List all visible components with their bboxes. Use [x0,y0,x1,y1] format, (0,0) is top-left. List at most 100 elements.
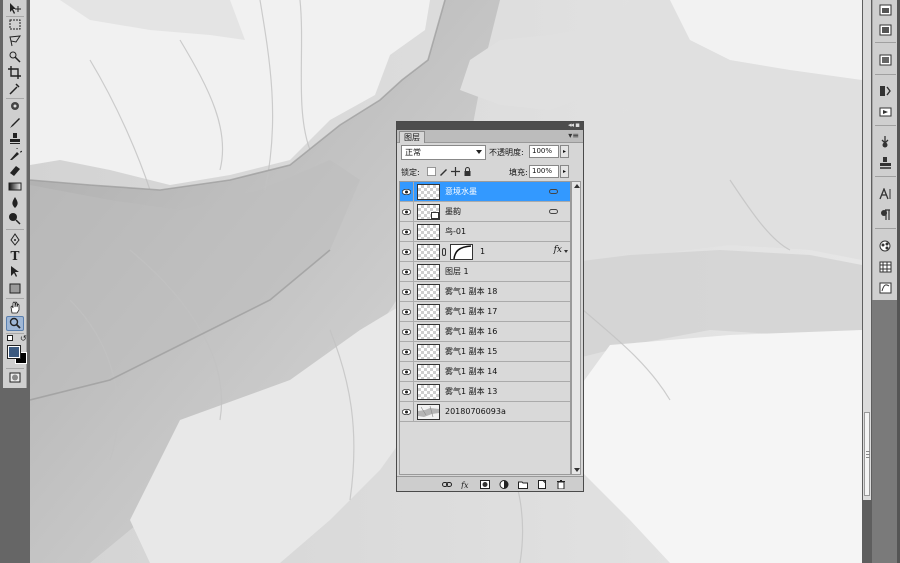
layer-mask-thumbnail[interactable] [450,244,473,260]
lock-all-icon[interactable] [463,167,472,176]
adjustments-icon [879,282,892,293]
paragraph-panel-button[interactable] [877,207,894,222]
mask-link-icon[interactable] [442,248,446,256]
layer-row[interactable]: 墨韵 [400,202,570,222]
path-selection-tool[interactable] [6,264,24,279]
fx-icon[interactable]: fx [554,245,562,255]
dock-separator [875,125,896,126]
visibility-toggle[interactable] [400,242,414,262]
lasso-tool[interactable] [6,33,24,48]
lock-position-icon[interactable] [451,167,460,176]
blend-options-row: 正常 不透明度: 100% ▸ [401,145,577,161]
expand-effects-icon[interactable] [564,250,568,253]
move-tool[interactable] [6,1,24,16]
lock-transparency-icon[interactable] [427,167,436,176]
close-panel-icon[interactable]: ▪ [575,121,580,129]
new-layer-button[interactable] [536,479,548,490]
new-adjustment-layer-button[interactable] [498,479,510,490]
collapse-panel-icon[interactable]: ◂◂ [568,121,574,129]
layer-row[interactable]: 雾气1 副本 17 [400,302,570,322]
clone-stamp-tool[interactable] [6,131,24,146]
add-layer-style-button[interactable]: fx [460,479,472,490]
fill-field[interactable]: 100% [529,165,559,178]
visibility-toggle[interactable] [400,382,414,402]
actions-panel-button[interactable] [877,22,894,37]
eraser-tool[interactable] [6,163,24,178]
pen-tool[interactable] [6,232,24,247]
scroll-up-icon[interactable] [574,184,580,188]
channels-panel-button[interactable] [877,83,894,98]
layers-list-scrollbar[interactable] [571,181,581,475]
visibility-toggle[interactable] [400,282,414,302]
layer-row[interactable]: 20180706093a [400,402,570,422]
quick-selection-tool[interactable] [6,49,24,64]
blend-mode-select[interactable]: 正常 [401,145,486,160]
blur-tool[interactable] [6,195,24,210]
marquee-tool[interactable] [6,17,24,32]
panel-menu-icon[interactable]: ▾≡ [568,131,579,140]
layer-row[interactable]: 意境水墨 [400,182,570,202]
layer-row[interactable]: 雾气1 副本 18 [400,282,570,302]
scroll-down-icon[interactable] [574,468,580,472]
layer-thumbnail [417,224,440,240]
spot-healing-tool[interactable] [6,99,24,114]
opacity-slider-button[interactable]: ▸ [560,145,569,158]
visibility-toggle[interactable] [400,362,414,382]
fill-slider-button[interactable]: ▸ [560,165,569,178]
shape-tool[interactable] [6,281,24,296]
brush-tool[interactable] [6,115,24,130]
opacity-field[interactable]: 100% [529,145,559,158]
brushes-panel-button[interactable] [877,134,894,149]
new-group-button[interactable] [517,479,529,490]
visibility-toggle[interactable] [400,182,414,202]
visibility-toggle[interactable] [400,322,414,342]
swatches-panel-button[interactable] [877,259,894,274]
paragraph-icon [881,208,890,220]
crop-icon [8,66,21,79]
layer-thumbnail [417,184,440,200]
foreground-color-swatch[interactable] [7,345,21,359]
history-panel-button[interactable] [877,2,894,17]
clone-source-panel-button[interactable] [877,155,894,170]
pen-icon [10,233,20,246]
type-tool[interactable]: T [6,248,24,263]
visibility-toggle[interactable] [400,222,414,242]
styles-panel-button[interactable] [877,238,894,253]
delete-layer-button[interactable] [555,479,567,490]
visibility-toggle[interactable] [400,262,414,282]
tab-layers[interactable]: 图层 [399,131,425,143]
dodge-tool[interactable] [6,211,24,226]
panel-titlebar[interactable]: ◂◂ ▪ [397,121,583,130]
visibility-toggle[interactable] [400,402,414,422]
layer-row[interactable]: 雾气1 副本 13 [400,382,570,402]
swap-colors-icon[interactable]: ↺ [20,334,27,343]
quick-mask-button[interactable] [6,370,24,385]
add-mask-button[interactable] [479,479,491,490]
fill-label: 填充: [509,168,528,177]
adjustments-panel-button[interactable] [877,280,894,295]
zoom-tool[interactable] [6,316,24,331]
navigator-panel-button[interactable] [877,52,894,67]
layer-row[interactable]: 雾气1 副本 15 [400,342,570,362]
hand-tool[interactable] [6,300,24,315]
rectangle-icon [9,283,21,294]
layer-row[interactable]: 鸟-01 [400,222,570,242]
layer-row[interactable]: 雾气1 副本 14 [400,362,570,382]
canvas-vertical-scrollbar[interactable] [863,0,871,500]
crop-tool[interactable] [6,65,24,80]
layer-row[interactable]: 雾气1 副本 16 [400,322,570,342]
history-brush-tool[interactable] [6,147,24,162]
scrollbar-thumb[interactable] [864,412,870,496]
paths-panel-button[interactable] [877,104,894,119]
layer-row[interactable]: 图层 1 [400,262,570,282]
visibility-toggle[interactable] [400,202,414,222]
character-panel-button[interactable] [877,186,894,201]
layer-row[interactable]: 1 fx [400,242,570,262]
visibility-toggle[interactable] [400,342,414,362]
visibility-toggle[interactable] [400,302,414,322]
gradient-tool[interactable] [6,179,24,194]
default-colors-icon[interactable] [7,335,13,341]
link-layers-button[interactable] [441,479,453,490]
lock-pixels-icon[interactable] [439,167,448,176]
eyedropper-tool[interactable] [6,81,24,96]
